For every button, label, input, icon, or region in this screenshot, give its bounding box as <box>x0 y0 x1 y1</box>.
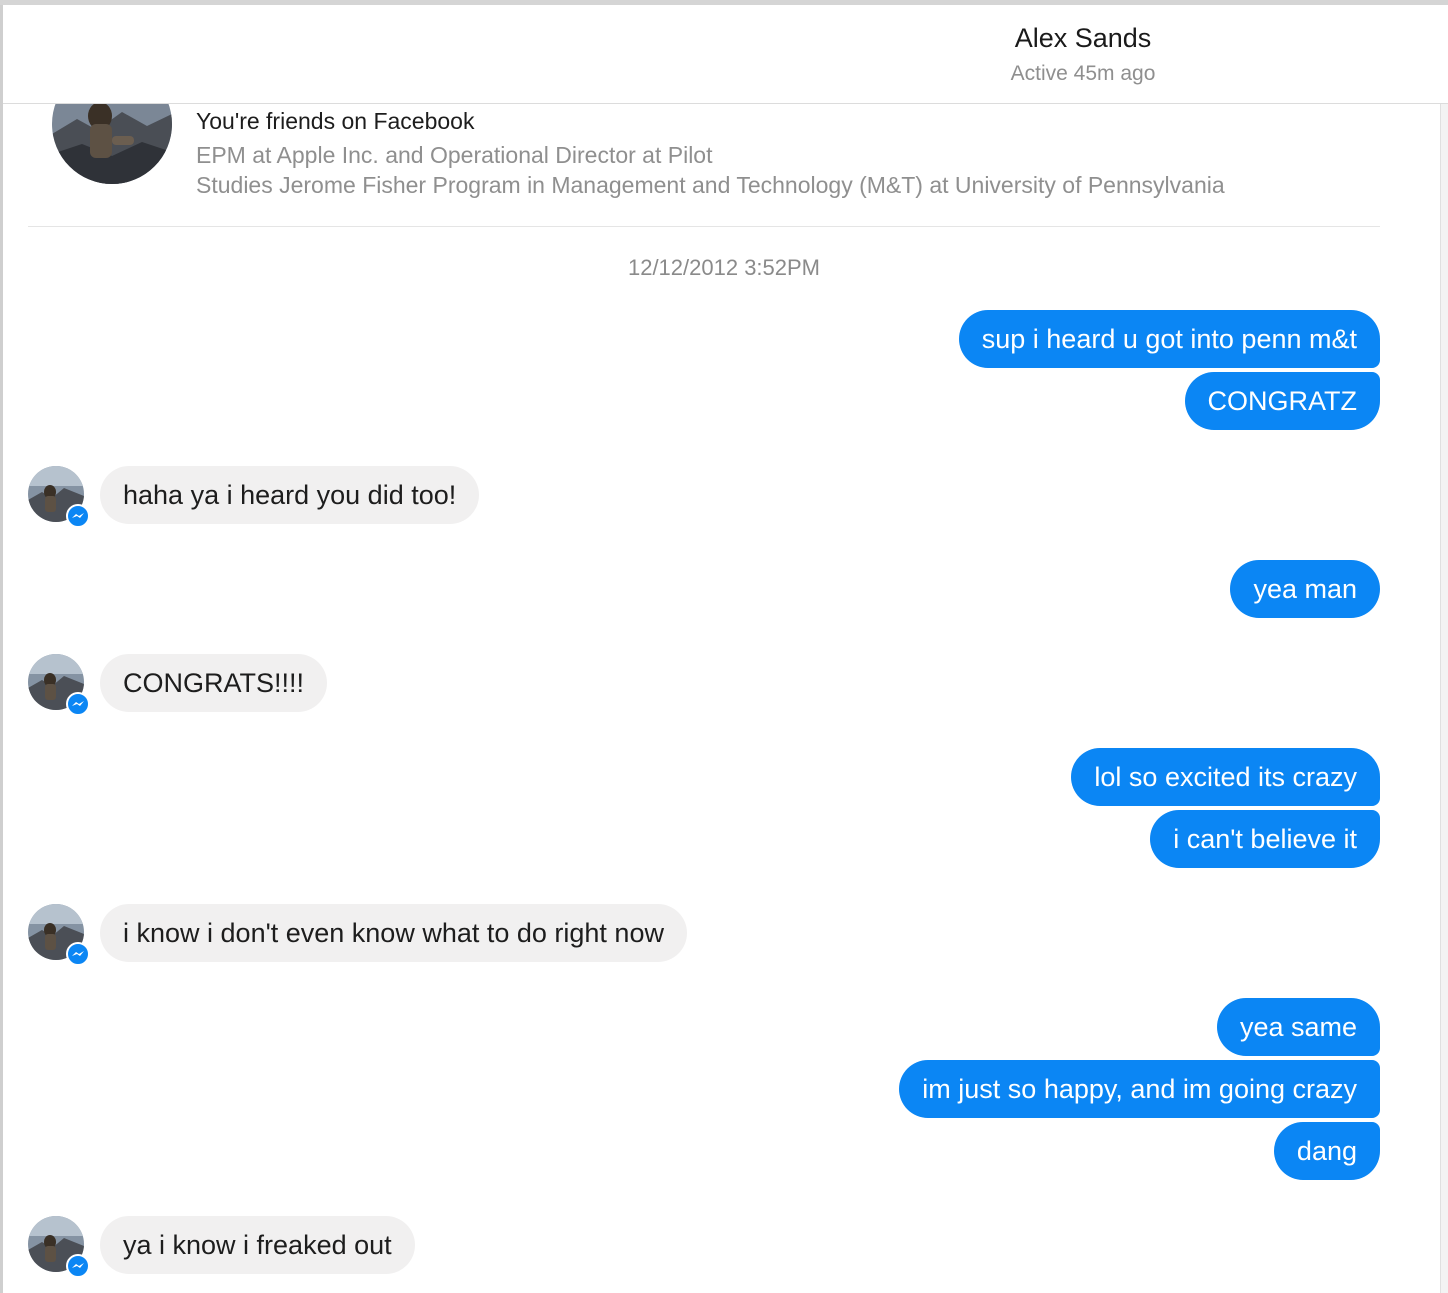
messenger-icon <box>66 1254 90 1278</box>
contact-avatar[interactable] <box>28 654 90 716</box>
outgoing-message[interactable]: yea same <box>1216 998 1380 1056</box>
outgoing-message[interactable]: im just so happy, and im going crazy <box>899 1060 1380 1118</box>
outgoing-message[interactable]: lol so excited its crazy <box>1071 748 1380 806</box>
contact-active-status: Active 45m ago <box>1010 62 1156 85</box>
conversation-timestamp: 12/12/2012 3:52PM <box>627 255 821 280</box>
scrollbar-track[interactable] <box>1440 103 1448 1293</box>
outgoing-message[interactable]: CONGRATZ <box>1184 372 1380 430</box>
friends-on-facebook-label: You're friends on Facebook <box>196 108 475 134</box>
incoming-message[interactable]: haha ya i heard you did too! <box>100 466 480 524</box>
contact-education-info: Studies Jerome Fisher Program in Managem… <box>196 172 1225 198</box>
outgoing-message[interactable]: yea man <box>1230 560 1380 618</box>
messenger-icon <box>66 692 90 716</box>
window-left-border <box>0 5 3 1293</box>
messenger-icon <box>66 504 90 528</box>
contact-avatar[interactable] <box>28 466 90 528</box>
conversation-header: Alex Sands Active 45m ago <box>3 5 1448 104</box>
contact-avatar[interactable] <box>28 1216 90 1278</box>
contact-avatar[interactable] <box>28 904 90 966</box>
incoming-message[interactable]: ya i know i freaked out <box>100 1216 415 1274</box>
incoming-message[interactable]: CONGRATS!!!! <box>100 654 328 712</box>
messenger-icon <box>66 942 90 966</box>
contact-name[interactable]: Alex Sands <box>3 23 1448 54</box>
incoming-message[interactable]: i know i don't even know what to do righ… <box>100 904 687 962</box>
profile-divider <box>28 226 1380 227</box>
outgoing-message[interactable]: dang <box>1273 1122 1380 1180</box>
outgoing-message[interactable]: i can't believe it <box>1150 810 1380 868</box>
outgoing-message[interactable]: sup i heard u got into penn m&t <box>958 310 1380 368</box>
contact-work-info: EPM at Apple Inc. and Operational Direct… <box>196 142 713 168</box>
